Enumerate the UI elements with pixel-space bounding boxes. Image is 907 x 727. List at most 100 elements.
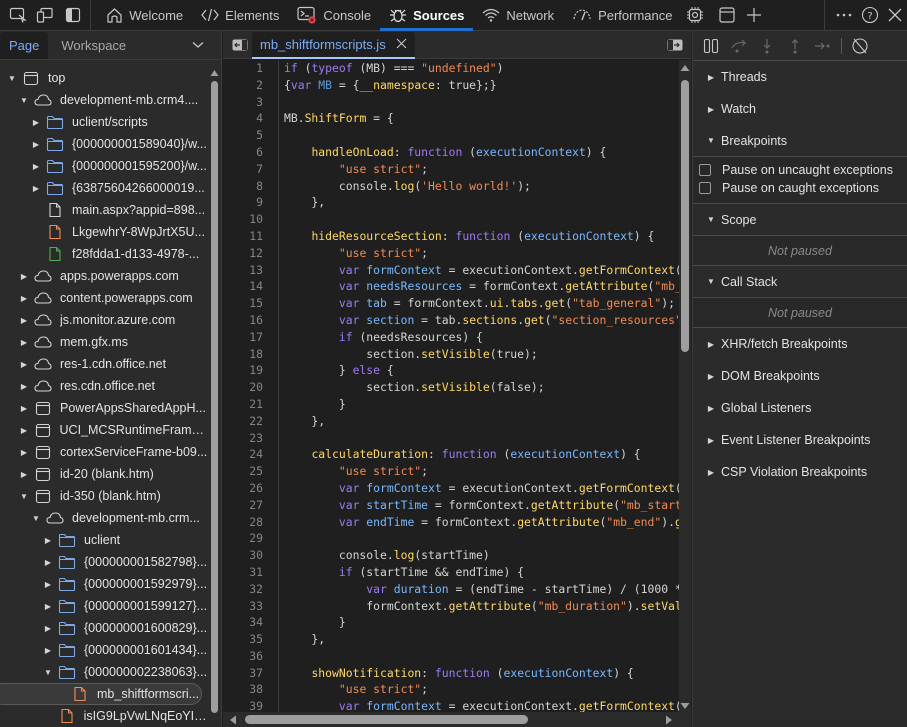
line-number[interactable]: 36 bbox=[223, 648, 263, 665]
code-line[interactable]: 25 "use strict"; bbox=[223, 463, 679, 480]
line-number[interactable]: 19 bbox=[223, 362, 263, 379]
pause-resume-icon[interactable] bbox=[699, 34, 723, 58]
code-line[interactable]: 8 console.log('Hello world!'); bbox=[223, 178, 679, 195]
tree-item[interactable]: ▶ uclient bbox=[0, 529, 210, 551]
step-into-icon[interactable] bbox=[755, 34, 779, 58]
tree-item[interactable]: ▶ {000000001599127}... bbox=[0, 595, 210, 617]
code-line[interactable]: 19 } else { bbox=[223, 362, 679, 379]
line-number[interactable]: 18 bbox=[223, 346, 263, 363]
line-number[interactable]: 32 bbox=[223, 581, 263, 598]
tab-welcome[interactable]: Welcome bbox=[97, 0, 192, 31]
collapse-arrow-icon[interactable]: ▶ bbox=[42, 580, 54, 589]
toggle-sidebar-icon[interactable] bbox=[61, 2, 84, 28]
code-line[interactable]: 37 showNotification: function (execution… bbox=[223, 665, 679, 682]
line-number[interactable]: 10 bbox=[223, 211, 263, 228]
tree-item[interactable]: ▶ res-1.cdn.office.net bbox=[0, 353, 210, 375]
collapse-arrow-icon[interactable]: ▶ bbox=[18, 338, 30, 347]
tree-item[interactable]: f28fdda1-d133-4978-... bbox=[0, 243, 210, 265]
application-window-icon[interactable] bbox=[715, 2, 738, 28]
line-number[interactable]: 17 bbox=[223, 329, 263, 346]
pane-header-csp-violation-breakpoints[interactable]: ▶ CSP Violation Breakpoints bbox=[693, 456, 907, 488]
tab-console[interactable]: Console bbox=[288, 0, 380, 31]
line-number[interactable]: 20 bbox=[223, 379, 263, 396]
tree-item[interactable]: mb_shiftformscri... bbox=[0, 683, 202, 705]
checkbox-row[interactable]: Pause on caught exceptions bbox=[693, 179, 907, 197]
code-line[interactable]: 38 "use strict"; bbox=[223, 681, 679, 698]
collapse-arrow-icon[interactable]: ▶ bbox=[42, 646, 54, 655]
code-line[interactable]: 28 var endTime = formContext.getAttribut… bbox=[223, 514, 679, 531]
tree-item[interactable]: ▶ cortexServiceFrame-b09... bbox=[0, 441, 210, 463]
code-line[interactable]: 10 bbox=[223, 211, 679, 228]
code-line[interactable]: 14 var needsResources = formContext.getA… bbox=[223, 278, 679, 295]
collapse-arrow-icon[interactable]: ▶ bbox=[30, 184, 42, 193]
line-number[interactable]: 31 bbox=[223, 564, 263, 581]
line-number[interactable]: 22 bbox=[223, 413, 263, 430]
tree-item[interactable]: ▶ PowerAppsSharedAppH... bbox=[0, 397, 210, 419]
code-line[interactable]: 24 calculateDuration: function (executio… bbox=[223, 446, 679, 463]
code-line[interactable]: 13 var formContext = executionContext.ge… bbox=[223, 262, 679, 279]
code-line[interactable]: 32 var duration = (endTime - startTime) … bbox=[223, 581, 679, 598]
code-line[interactable]: 6 handleOnLoad: function (executionConte… bbox=[223, 144, 679, 161]
line-number[interactable]: 15 bbox=[223, 295, 263, 312]
collapse-arrow-icon[interactable]: ▶ bbox=[18, 316, 30, 325]
tab-page[interactable]: Page bbox=[0, 31, 49, 59]
line-number[interactable]: 23 bbox=[223, 430, 263, 447]
tree-item[interactable]: ▶ {000000001582798}... bbox=[0, 551, 210, 573]
pane-header-breakpoints[interactable]: ▼ Breakpoints bbox=[693, 125, 907, 157]
code-line[interactable]: 9 }, bbox=[223, 194, 679, 211]
tree-item[interactable]: ▶ {000000001592979}... bbox=[0, 573, 210, 595]
pane-header-scope[interactable]: ▼ Scope bbox=[693, 204, 907, 236]
tab-performance[interactable]: Performance bbox=[563, 0, 681, 31]
collapse-arrow-icon[interactable]: ▶ bbox=[18, 404, 30, 413]
device-emulation-icon[interactable] bbox=[33, 2, 56, 28]
more-icon[interactable] bbox=[833, 2, 856, 28]
help-icon[interactable]: ? bbox=[858, 2, 881, 28]
code-line[interactable]: 16 var section = tab.sections.get("secti… bbox=[223, 312, 679, 329]
chevron-down-icon[interactable] bbox=[192, 38, 204, 52]
line-number[interactable]: 4 bbox=[223, 110, 263, 127]
navigator-scrollbar[interactable] bbox=[210, 67, 219, 727]
line-number[interactable]: 35 bbox=[223, 631, 263, 648]
tree-item[interactable]: ▼ development-mb.crm4.... bbox=[0, 89, 210, 111]
line-number[interactable]: 9 bbox=[223, 194, 263, 211]
code-line[interactable]: 33 formContext.getAttribute("mb_duration… bbox=[223, 598, 679, 615]
line-number[interactable]: 1 bbox=[223, 60, 263, 77]
code-line[interactable]: 30 console.log(startTime) bbox=[223, 547, 679, 564]
tree-item[interactable]: ▶ UCI_MCSRuntimeFrame ... bbox=[0, 419, 210, 441]
tree-item[interactable]: ▶ {000000001600829}... bbox=[0, 617, 210, 639]
expand-arrow-icon[interactable]: ▼ bbox=[30, 514, 42, 523]
tab-workspace[interactable]: Workspace bbox=[52, 32, 135, 59]
code-line[interactable]: 12 "use strict"; bbox=[223, 245, 679, 262]
code-line[interactable]: 11 hideResourceSection: function (execut… bbox=[223, 228, 679, 245]
collapse-arrow-icon[interactable]: ▶ bbox=[18, 470, 30, 479]
editor-vertical-scrollbar[interactable] bbox=[679, 60, 691, 712]
pane-header-call-stack[interactable]: ▼ Call Stack bbox=[693, 266, 907, 298]
step-over-icon[interactable] bbox=[727, 34, 751, 58]
line-number[interactable]: 13 bbox=[223, 262, 263, 279]
collapse-arrow-icon[interactable]: ▶ bbox=[30, 140, 42, 149]
collapse-arrow-icon[interactable]: ▶ bbox=[18, 360, 30, 369]
scrollbar-thumb[interactable] bbox=[211, 81, 218, 713]
line-number[interactable]: 12 bbox=[223, 245, 263, 262]
tree-item[interactable]: main.aspx?appid=898... bbox=[0, 199, 210, 221]
line-number[interactable]: 16 bbox=[223, 312, 263, 329]
line-number[interactable]: 34 bbox=[223, 614, 263, 631]
line-number[interactable]: 24 bbox=[223, 446, 263, 463]
pane-header-dom-breakpoints[interactable]: ▶ DOM Breakpoints bbox=[693, 360, 907, 392]
tree-item[interactable]: ▶ id-20 (blank.htm) bbox=[0, 463, 210, 485]
code-line[interactable]: 4 MB.ShiftForm = { bbox=[223, 110, 679, 127]
inspect-element-icon[interactable] bbox=[6, 2, 29, 28]
code-line[interactable]: 31 if (startTime && endTime) { bbox=[223, 564, 679, 581]
pane-header-event-listener-breakpoints[interactable]: ▶ Event Listener Breakpoints bbox=[693, 424, 907, 456]
file-tab[interactable]: mb_shiftformscripts.js bbox=[252, 31, 415, 59]
line-number[interactable]: 39 bbox=[223, 698, 263, 712]
expand-arrow-icon[interactable]: ▼ bbox=[18, 492, 30, 501]
line-number[interactable]: 5 bbox=[223, 127, 263, 144]
toggle-navigator-icon[interactable] bbox=[232, 39, 248, 51]
collapse-arrow-icon[interactable]: ▶ bbox=[42, 536, 54, 545]
tree-item[interactable]: ▼ {000000002238063}... bbox=[0, 661, 210, 683]
code-line[interactable]: 39 var formContext = executionContext.ge… bbox=[223, 698, 679, 712]
line-number[interactable]: 29 bbox=[223, 530, 263, 547]
step-icon[interactable] bbox=[811, 34, 835, 58]
tree-item[interactable]: LkgewhrY-8WpJrtX5U... bbox=[0, 221, 210, 243]
